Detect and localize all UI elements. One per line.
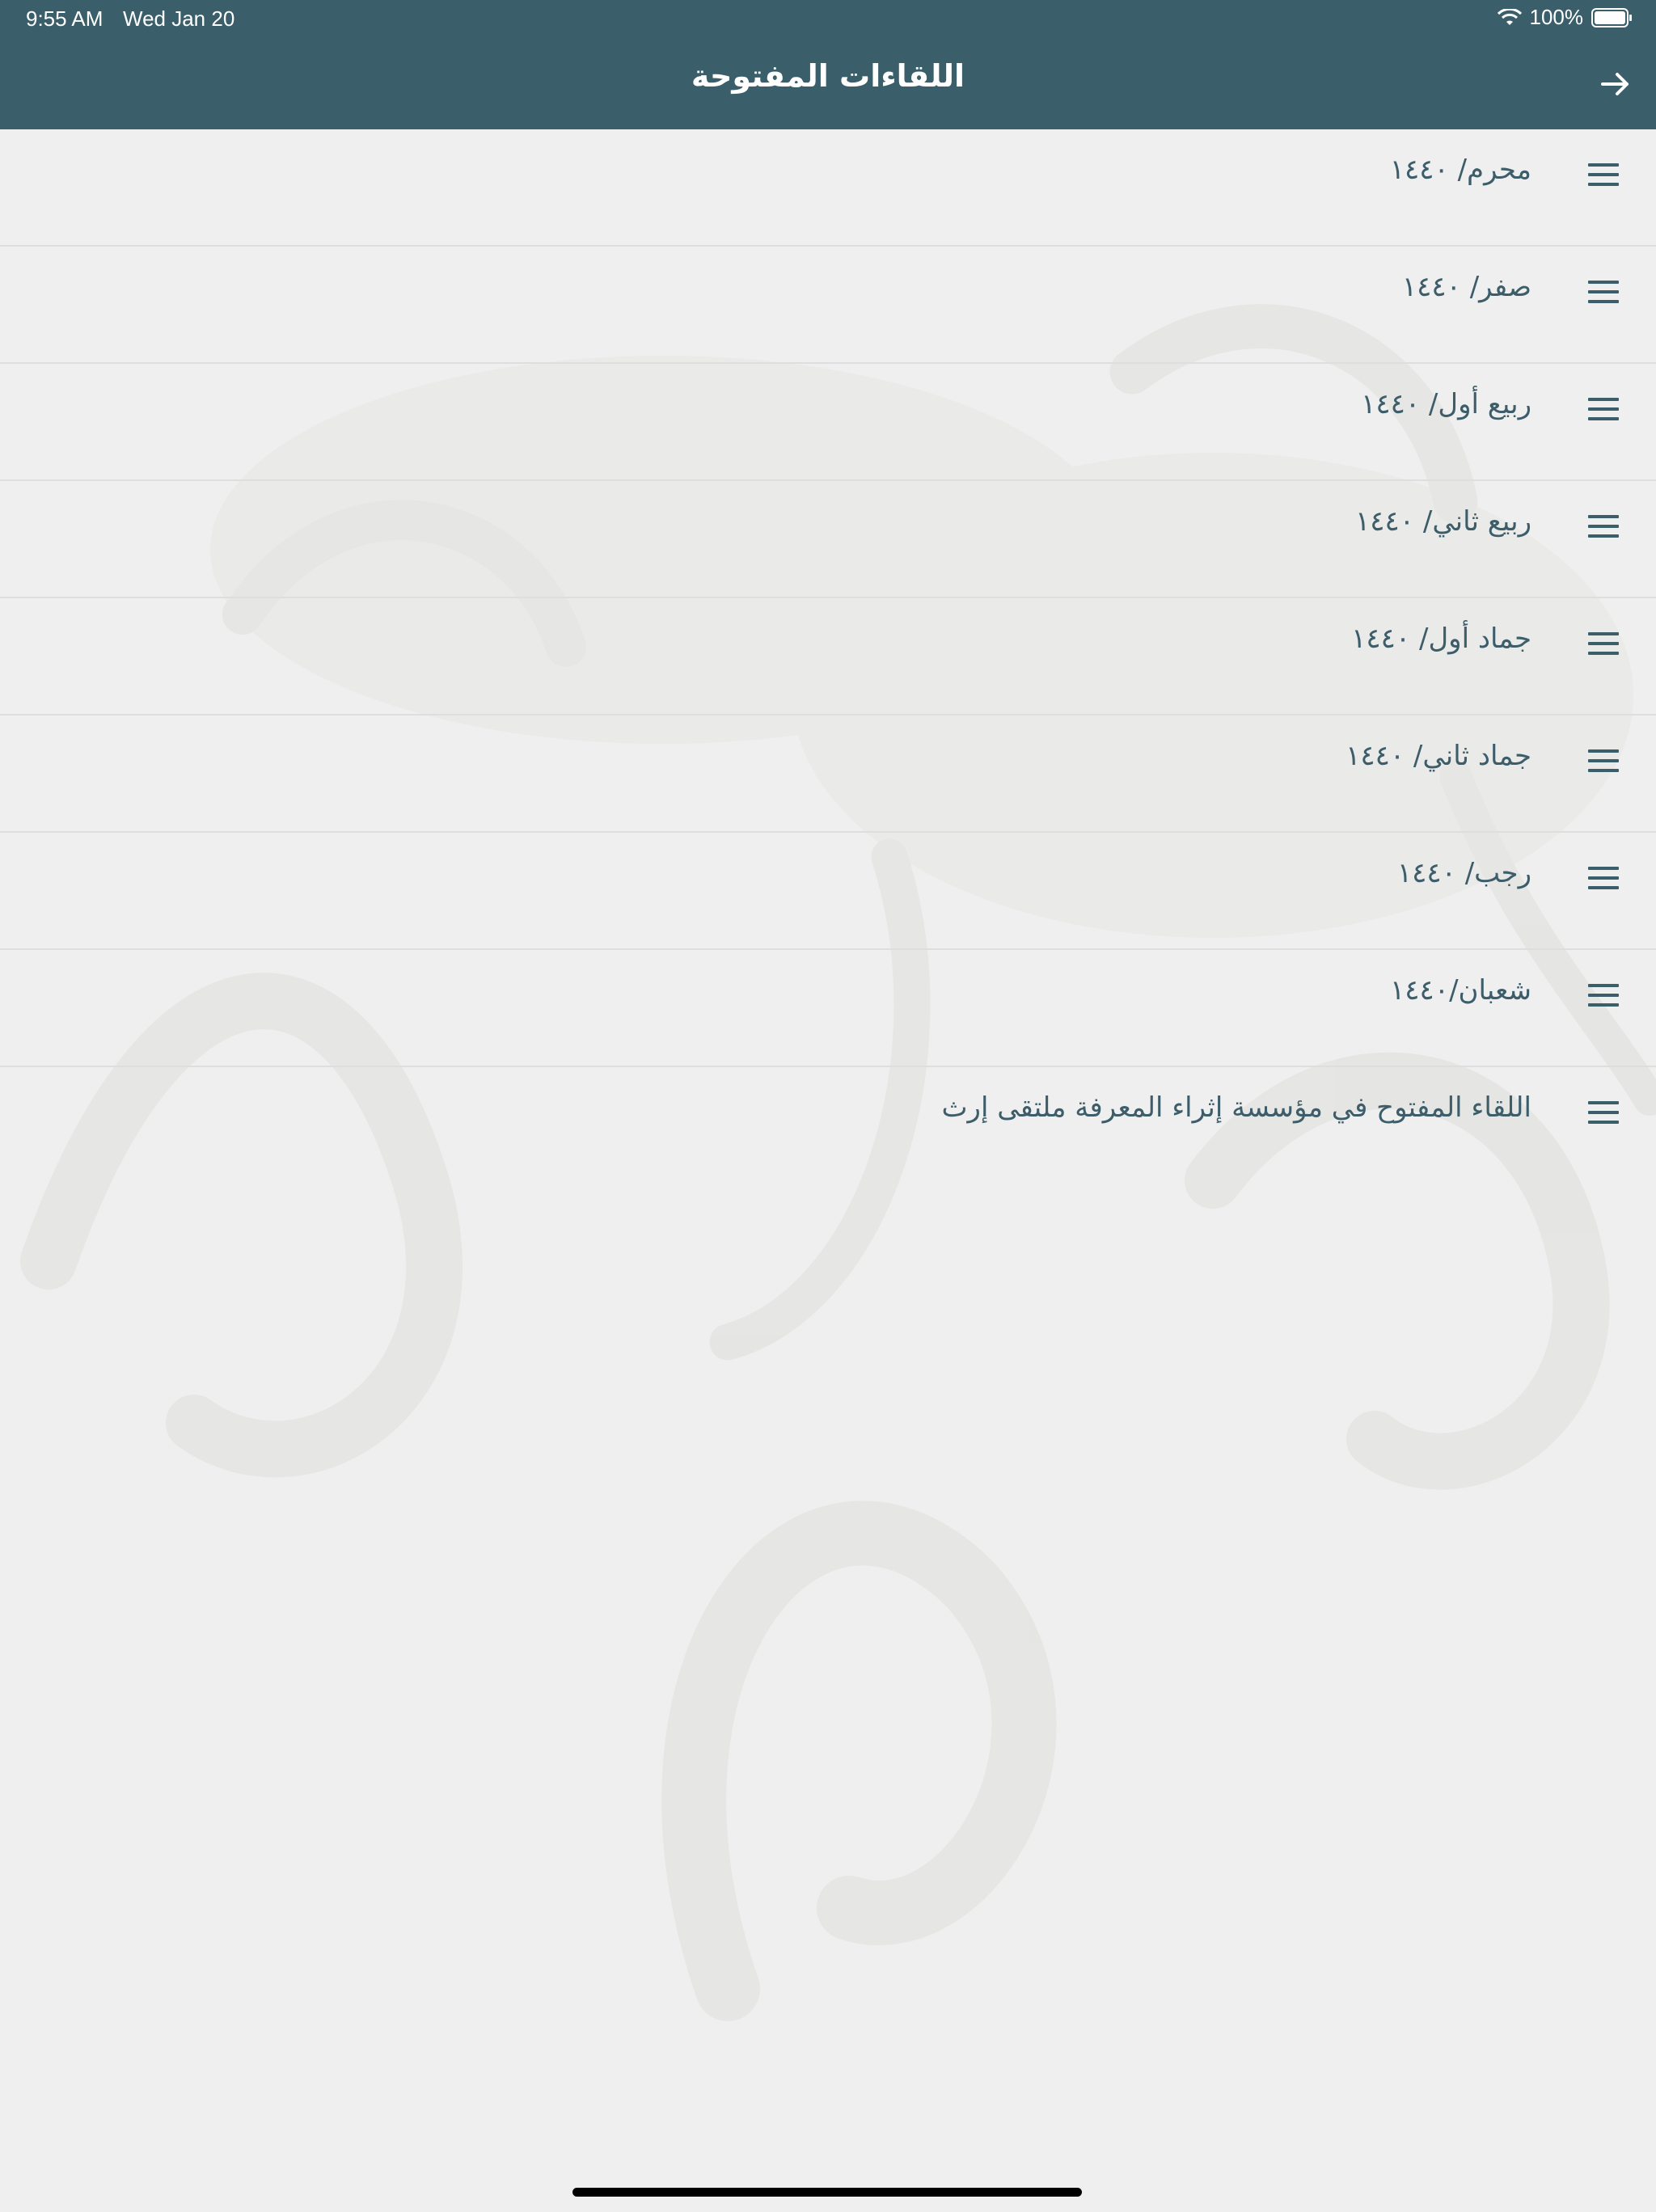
wifi-icon	[1497, 8, 1522, 27]
back-button[interactable]	[1596, 65, 1635, 103]
list-item[interactable]: صفر/ ١٤٤٠	[0, 247, 1656, 364]
arrow-right-icon	[1601, 73, 1629, 95]
menu-icon	[1588, 515, 1619, 541]
menu-icon	[1588, 867, 1619, 893]
status-time: 9:55 AM	[26, 6, 104, 31]
list-item-label: جماد أول/ ١٤٤٠	[1351, 623, 1531, 655]
list-item[interactable]: جماد ثاني/ ١٤٤٠	[0, 716, 1656, 833]
list-item[interactable]: جماد أول/ ١٤٤٠	[0, 598, 1656, 716]
page-title: اللقاءات المفتوحة	[691, 58, 965, 94]
menu-icon	[1588, 163, 1619, 189]
status-bar: 9:55 AM Wed Jan 20 100%	[0, 0, 1656, 39]
list-item-label: صفر/ ١٤٤٠	[1401, 271, 1531, 303]
list-item-label: اللقاء المفتوح في مؤسسة إثراء المعرفة مل…	[941, 1091, 1531, 1124]
list-item[interactable]: ربيع أول/ ١٤٤٠	[0, 364, 1656, 481]
status-date: Wed Jan 20	[123, 6, 235, 31]
list-item-label: ربيع ثاني/ ١٤٤٠	[1355, 505, 1531, 538]
list-item-label: شعبان/١٤٤٠	[1390, 974, 1531, 1007]
menu-icon	[1588, 632, 1619, 658]
menu-icon	[1588, 281, 1619, 306]
list-item-label: جماد ثاني/ ١٤٤٠	[1346, 740, 1531, 772]
status-right: 100%	[1497, 5, 1634, 30]
battery-percent: 100%	[1529, 5, 1584, 29]
meetings-list: محرم/ ١٤٤٠ صفر/ ١٤٤٠ ربيع أول/ ١٤٤٠ ربيع…	[0, 129, 1656, 1183]
list-item[interactable]: ربيع ثاني/ ١٤٤٠	[0, 481, 1656, 598]
battery-icon	[1591, 7, 1633, 27]
nav-header: 9:55 AM Wed Jan 20 100% اللقاءات المفتوح…	[0, 0, 1656, 129]
list-item-label: ربيع أول/ ١٤٤٠	[1361, 388, 1531, 420]
list-item[interactable]: اللقاء المفتوح في مؤسسة إثراء المعرفة مل…	[0, 1067, 1656, 1183]
list-item[interactable]: شعبان/١٤٤٠	[0, 950, 1656, 1067]
list-item-label: محرم/ ١٤٤٠	[1389, 154, 1531, 186]
list-item-label: رجب/ ١٤٤٠	[1396, 857, 1531, 889]
home-indicator[interactable]	[572, 2188, 1082, 2197]
menu-icon	[1588, 749, 1619, 775]
list-item[interactable]: رجب/ ١٤٤٠	[0, 833, 1656, 950]
menu-icon	[1588, 984, 1619, 1010]
menu-icon	[1588, 1101, 1619, 1127]
menu-icon	[1588, 398, 1619, 424]
list-item[interactable]: محرم/ ١٤٤٠	[0, 129, 1656, 247]
